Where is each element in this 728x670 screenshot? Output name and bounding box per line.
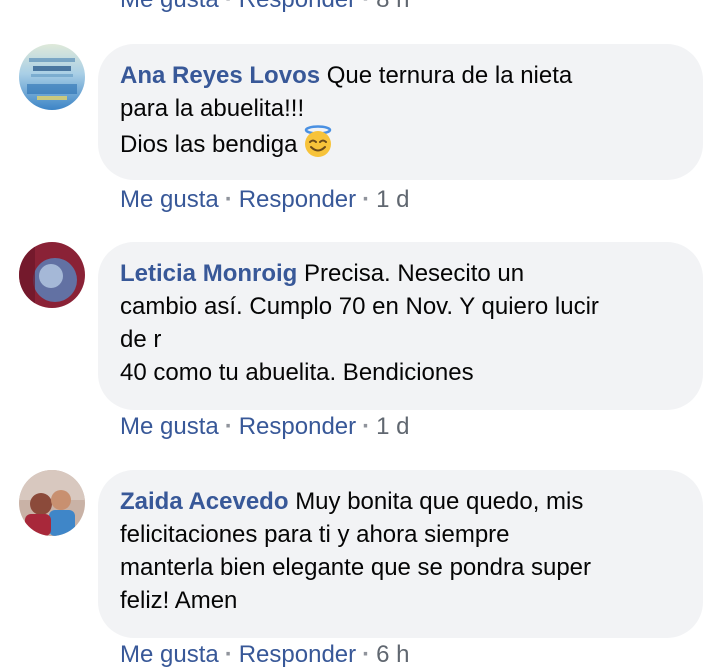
- avatar-image: [19, 470, 85, 536]
- comment-timestamp[interactable]: 8 h: [376, 0, 409, 13]
- separator-dot: ·: [224, 641, 233, 668]
- comment-text-line-with-emoji: Dios las bendiga: [120, 125, 681, 161]
- separator-dot: ·: [362, 641, 371, 668]
- comment-text-line: feliz! Amen: [120, 587, 238, 614]
- comment-text-line: 40 como tu abuelita. Bendiciones: [120, 359, 474, 386]
- comment-text-line: manterla bien elegante que se pondra sup…: [120, 554, 591, 581]
- avatar[interactable]: [19, 470, 85, 536]
- reply-link[interactable]: Responder: [239, 641, 356, 668]
- comment-bubble: Leticia Monroig Precisa. Nesecito un cam…: [98, 242, 703, 410]
- avatar-image: [19, 242, 85, 308]
- comment-actions: Me gusta · Responder · 1 d: [120, 186, 410, 214]
- avatar[interactable]: [19, 242, 85, 308]
- separator-dot: ·: [224, 186, 233, 213]
- like-link[interactable]: Me gusta: [120, 0, 219, 13]
- separator-dot: ·: [362, 413, 371, 440]
- comment-timestamp[interactable]: 6 h: [376, 641, 409, 668]
- comment-text: Zaida Acevedo Muy bonita que quedo, mis: [120, 485, 681, 518]
- comment-text-line: de r: [120, 326, 162, 353]
- author-name[interactable]: Leticia Monroig: [120, 260, 297, 287]
- reply-link[interactable]: Responder: [239, 413, 356, 440]
- comment-text-line: Muy bonita que quedo, mis: [295, 488, 584, 515]
- previous-comment-actions: Me gusta·Responder·8 h: [120, 0, 410, 14]
- reply-link[interactable]: Responder: [239, 0, 356, 13]
- avatar[interactable]: [19, 44, 85, 110]
- comment-actions: Me gusta · Responder · 6 h: [120, 641, 410, 669]
- like-link[interactable]: Me gusta: [120, 641, 219, 668]
- comment-text: Leticia Monroig Precisa. Nesecito un: [120, 257, 681, 290]
- comment-bubble: Ana Reyes Lovos Que ternura de la nieta …: [98, 44, 703, 180]
- author-name[interactable]: Ana Reyes Lovos: [120, 62, 320, 89]
- separator-dot: ·: [362, 186, 371, 213]
- comment-bubble: Zaida Acevedo Muy bonita que quedo, mis …: [98, 470, 703, 638]
- avatar-image: [19, 44, 85, 110]
- separator-dot: ·: [219, 0, 239, 13]
- comment-text: Ana Reyes Lovos Que ternura de la nieta: [120, 59, 681, 92]
- comment-text-line: cambio así. Cumplo 70 en Nov. Y quiero l…: [120, 293, 599, 320]
- reply-link[interactable]: Responder: [239, 186, 356, 213]
- separator-dot: ·: [356, 0, 376, 13]
- comment-actions: Me gusta · Responder · 1 d: [120, 413, 410, 441]
- comment-text-line: para la abuelita!!!: [120, 95, 305, 122]
- comment-text-line: felicitaciones para ti y ahora siempre: [120, 521, 510, 548]
- like-link[interactable]: Me gusta: [120, 186, 219, 213]
- separator-dot: ·: [224, 413, 233, 440]
- comment-text-line: Precisa. Nesecito un: [304, 260, 525, 287]
- comment-timestamp[interactable]: 1 d: [376, 186, 409, 213]
- like-link[interactable]: Me gusta: [120, 413, 219, 440]
- comment-text-line: Dios las bendiga: [120, 131, 298, 158]
- comment-text-line: Que ternura de la nieta: [326, 62, 573, 89]
- comments-thread: Me gusta·Responder·8 h: [0, 0, 728, 670]
- author-name[interactable]: Zaida Acevedo: [120, 488, 289, 515]
- comment-timestamp[interactable]: 1 d: [376, 413, 409, 440]
- smiling-face-with-halo-icon: [305, 125, 332, 157]
